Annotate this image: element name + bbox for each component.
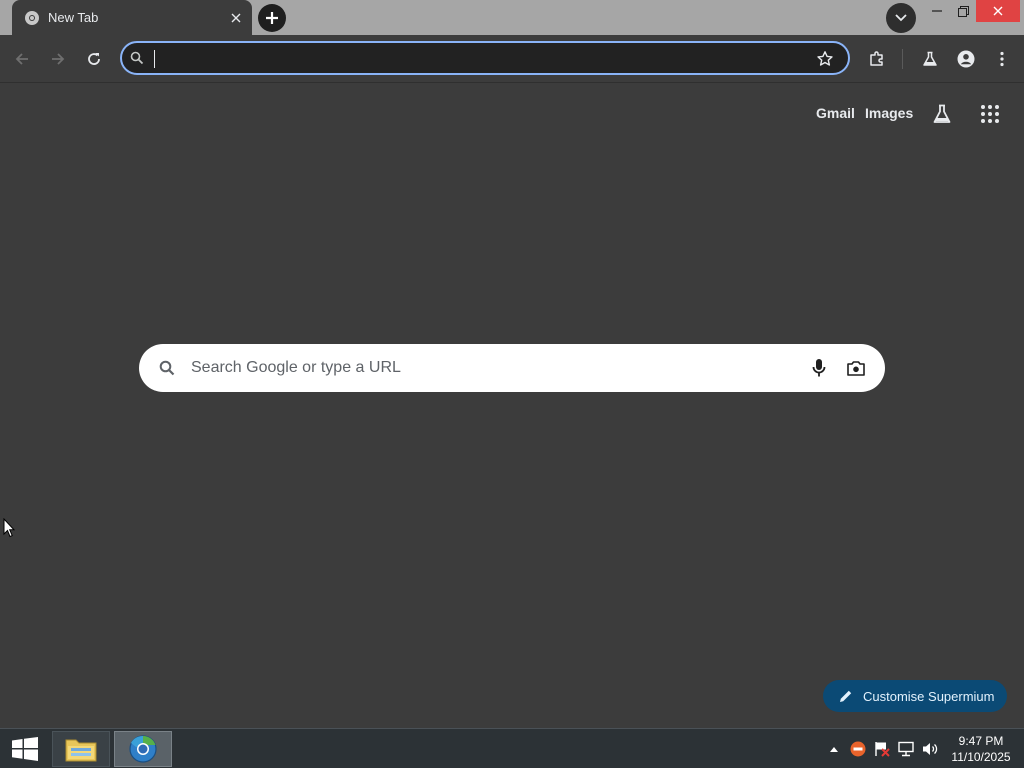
arrow-left-icon: [15, 53, 28, 65]
images-link[interactable]: Images: [865, 105, 913, 121]
tab-title: New Tab: [48, 10, 99, 25]
forward-button[interactable]: [44, 45, 72, 73]
mouse-cursor-icon: [3, 518, 15, 538]
flask-icon: [923, 51, 937, 66]
toolbar: [0, 35, 1024, 83]
restore-icon: [957, 5, 969, 17]
tab-search-button[interactable]: [886, 3, 916, 33]
clock-date: 11/10/2025: [951, 750, 1011, 764]
folder-icon: [65, 739, 97, 762]
chrome-icon: [25, 11, 39, 25]
clock-time: 9:47 PM: [958, 734, 1004, 748]
browser-logo-icon: [129, 735, 157, 763]
camera-icon[interactable]: [847, 360, 865, 376]
reload-icon: [88, 53, 100, 65]
chevron-down-icon: [895, 14, 907, 22]
taskbar-browser[interactable]: [114, 731, 172, 767]
close-window-button[interactable]: [976, 0, 1020, 22]
mic-icon[interactable]: [811, 358, 827, 378]
address-bar[interactable]: [120, 41, 850, 75]
reload-button[interactable]: [80, 45, 108, 73]
back-button[interactable]: [8, 45, 36, 73]
text-caret: [154, 50, 155, 68]
pencil-icon: [840, 690, 852, 702]
minimize-icon: [932, 10, 942, 12]
tray-stop-icon-button[interactable]: [850, 741, 866, 757]
new-tab-button[interactable]: [258, 4, 286, 32]
toolbar-separator: [902, 49, 903, 69]
start-button[interactable]: [8, 735, 42, 763]
close-icon: [231, 13, 241, 23]
extensions-button[interactable]: [863, 45, 891, 73]
person-icon: [957, 50, 975, 68]
flask-icon[interactable]: [931, 103, 953, 125]
apps-grid-icon[interactable]: [979, 103, 1001, 125]
puzzle-icon: [870, 51, 883, 66]
address-input[interactable]: [152, 47, 802, 69]
search-icon: [130, 51, 144, 65]
customise-label: Customise Supermium: [863, 688, 995, 704]
tab-strip: New Tab: [0, 0, 1024, 35]
taskbar: 9:47 PM 11/10/2025: [0, 728, 1024, 768]
arrow-right-icon: [52, 53, 65, 65]
taskbar-file-explorer[interactable]: [52, 731, 110, 767]
ntp-search-box[interactable]: Search Google or type a URL: [139, 344, 885, 392]
kebab-menu-icon: [1000, 51, 1004, 67]
plus-icon: [266, 12, 278, 24]
tray-network-button[interactable]: [898, 741, 914, 757]
ntp-search-placeholder: Search Google or type a URL: [191, 359, 401, 376]
search-icon: [159, 360, 175, 376]
network-icon: [898, 741, 914, 757]
star-icon[interactable]: [816, 50, 834, 68]
menu-button[interactable]: [988, 45, 1016, 73]
gmail-link[interactable]: Gmail: [816, 105, 855, 121]
labs-button[interactable]: [916, 45, 944, 73]
volume-icon: [923, 743, 938, 755]
profile-button[interactable]: [952, 45, 980, 73]
tab-close-button[interactable]: [226, 8, 246, 28]
stop-sign-icon: [850, 741, 866, 757]
customise-button[interactable]: Customise Supermium: [823, 680, 1007, 712]
tray-volume-button[interactable]: [922, 741, 938, 757]
flag-icon: [875, 742, 890, 757]
system-clock[interactable]: 9:47 PM 11/10/2025: [948, 733, 1014, 765]
tray-overflow-button[interactable]: [826, 741, 842, 757]
windows-logo-icon: [12, 737, 38, 761]
tray-action-center-button[interactable]: [874, 741, 890, 757]
close-icon: [993, 6, 1003, 16]
tab-new-tab[interactable]: New Tab: [12, 0, 252, 35]
chevron-up-icon: [830, 747, 838, 752]
restore-button[interactable]: [948, 0, 978, 22]
